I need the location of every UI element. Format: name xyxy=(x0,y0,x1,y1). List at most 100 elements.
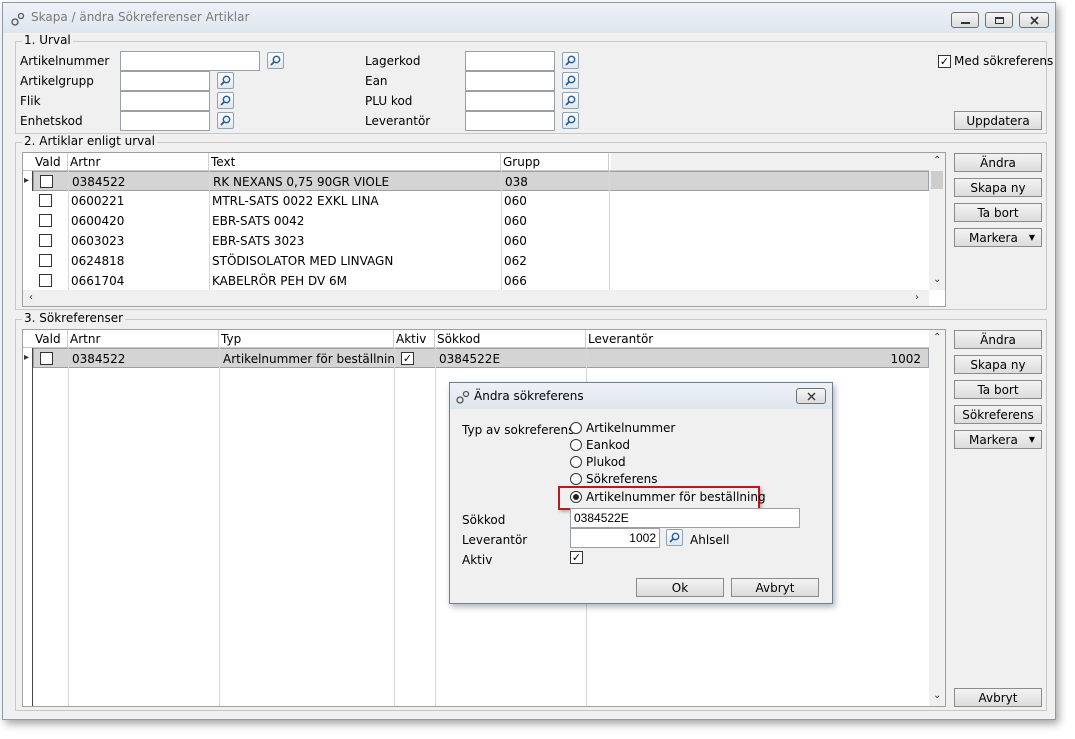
table-row[interactable]: 0600221 MTRL-SATS 0022 EXKL LINA 060 xyxy=(33,191,611,211)
sokref-sokreferens-button[interactable]: Sökreferens xyxy=(954,405,1042,424)
title-bar[interactable]: Skapa / ändra Sökreferenser Artiklar xyxy=(3,3,1055,33)
flik-lookup-button[interactable] xyxy=(217,92,234,109)
lagerkod-input[interactable] xyxy=(465,51,555,71)
scroll-up-icon[interactable]: ⌃ xyxy=(933,332,941,343)
vald-checkbox[interactable] xyxy=(39,274,52,287)
radio-eankod[interactable] xyxy=(570,439,582,451)
scroll-right-icon[interactable]: › xyxy=(915,292,919,303)
scroll-down-icon[interactable]: ⌄ xyxy=(933,274,941,285)
text-cell: KABELRÖR PEH DV 6M xyxy=(212,274,347,288)
enhetskod-lookup-button[interactable] xyxy=(217,112,234,129)
ean-lookup-button[interactable] xyxy=(562,72,579,89)
artiklar-ta-bort-button[interactable]: Ta bort xyxy=(954,203,1042,222)
uppdatera-label: Uppdatera xyxy=(966,113,1030,128)
artnr-cell: 0600420 xyxy=(71,214,125,228)
dialog-leverantor-input[interactable] xyxy=(570,528,660,548)
ok-label: Ok xyxy=(671,580,689,595)
artiklar-horizontal-scrollbar[interactable]: ‹ › xyxy=(23,290,929,306)
artiklar-andra-button[interactable]: Ändra xyxy=(954,153,1042,172)
table-row[interactable]: 0624818 STÖDISOLATOR MED LINVAGN 062 xyxy=(33,251,611,271)
col-separator xyxy=(68,171,69,291)
artnr-cell: 0624818 xyxy=(71,254,125,268)
col-vald[interactable]: Vald xyxy=(33,153,68,171)
scroll-up-icon[interactable]: ⌃ xyxy=(933,155,941,166)
plu-kod-input[interactable] xyxy=(465,91,555,111)
checkmark-icon: ✓ xyxy=(571,551,582,564)
col-text[interactable]: Text xyxy=(209,153,501,171)
sokref-andra-button[interactable]: Ändra xyxy=(954,330,1042,349)
table-row[interactable]: 0603023 EBR-SATS 3023 060 xyxy=(33,231,611,251)
minimize-button[interactable] xyxy=(951,12,979,28)
artikelnummer-lookup-button[interactable] xyxy=(267,52,284,69)
table-row[interactable]: 0600420 EBR-SATS 0042 060 xyxy=(33,211,611,231)
radio-plukod[interactable] xyxy=(570,456,582,468)
artiklar-skapa-ny-button[interactable]: Skapa ny xyxy=(954,178,1042,197)
col-separator xyxy=(209,171,210,291)
main-window: Skapa / ändra Sökreferenser Artiklar 1. … xyxy=(2,2,1056,720)
vald-checkbox[interactable] xyxy=(40,352,53,365)
col-artnr[interactable]: Artnr xyxy=(68,153,209,171)
text-cell: RK NEXANS 0,75 90GR VIOLE xyxy=(213,175,390,189)
artikelgrupp-lookup-button[interactable] xyxy=(217,72,234,89)
sokkod-input[interactable] xyxy=(570,508,800,528)
close-button[interactable] xyxy=(1019,12,1049,28)
col-vald[interactable]: Vald xyxy=(33,330,68,348)
sokref-ta-bort-button[interactable]: Ta bort xyxy=(954,380,1042,399)
dialog-title-bar[interactable]: Ändra sökreferens xyxy=(450,383,832,409)
lagerkod-lookup-button[interactable] xyxy=(562,52,579,69)
dialog-leverantor-lookup-button[interactable] xyxy=(666,529,683,546)
sokkod-label: Sökkod xyxy=(462,513,506,527)
col-leverantor[interactable]: Leverantör xyxy=(586,330,929,348)
sokref-skapa-ny-button[interactable]: Skapa ny xyxy=(954,355,1042,374)
artikelnummer-input[interactable] xyxy=(120,51,260,71)
table-row[interactable]: 0661704 KABELRÖR PEH DV 6M 066 xyxy=(33,271,611,291)
dialog-avbryt-button[interactable]: Avbryt xyxy=(731,578,819,597)
radio-artikelnummer-label: Artikelnummer xyxy=(586,421,676,435)
scroll-left-icon[interactable]: ‹ xyxy=(29,292,33,303)
aktiv-checkbox[interactable]: ✓ xyxy=(401,352,414,365)
uppdatera-button[interactable]: Uppdatera xyxy=(954,111,1042,130)
markera-label: Markera xyxy=(969,432,1018,447)
radio-sokreferens[interactable] xyxy=(570,473,582,485)
col-aktiv[interactable]: Aktiv xyxy=(394,330,435,348)
sokreferenser-vertical-scrollbar[interactable]: ⌃ ⌄ xyxy=(929,330,945,706)
dialog-close-button[interactable] xyxy=(796,388,826,404)
col-artnr[interactable]: Artnr xyxy=(68,330,219,348)
med-sokreferens-checkbox[interactable]: ✓ xyxy=(938,55,951,68)
radio-artikelnummer-for-bestallning[interactable] xyxy=(570,491,582,503)
col-grupp[interactable]: Grupp xyxy=(501,153,609,171)
ean-input[interactable] xyxy=(465,71,555,91)
radio-artikelnummer[interactable] xyxy=(570,422,582,434)
leverantor-input[interactable] xyxy=(465,111,555,131)
artiklar-vertical-scrollbar[interactable]: ⌃ ⌄ xyxy=(929,153,945,290)
grupp-cell: 066 xyxy=(504,274,527,288)
grupp-cell: 062 xyxy=(504,254,527,268)
scroll-thumb[interactable] xyxy=(931,171,943,189)
vald-checkbox[interactable] xyxy=(39,194,52,207)
text-cell: STÖDISOLATOR MED LINVAGN xyxy=(212,254,394,268)
dialog-aktiv-checkbox[interactable]: ✓ xyxy=(570,551,583,564)
leverantor-cell: 1002 xyxy=(890,352,921,366)
table-row[interactable]: 0384522 RK NEXANS 0,75 90GR VIOLE 038 xyxy=(33,171,929,191)
col-sokkod[interactable]: Sökkod xyxy=(435,330,586,348)
vald-checkbox[interactable] xyxy=(40,175,53,188)
flik-input[interactable] xyxy=(120,91,210,111)
scroll-down-icon[interactable]: ⌄ xyxy=(933,690,941,701)
vald-checkbox[interactable] xyxy=(39,254,52,267)
plu-kod-lookup-button[interactable] xyxy=(562,92,579,109)
app-icon xyxy=(456,390,470,404)
vald-checkbox[interactable] xyxy=(39,214,52,227)
enhetskod-input[interactable] xyxy=(120,111,210,131)
grupp-cell: 060 xyxy=(504,214,527,228)
leverantor-lookup-button[interactable] xyxy=(562,112,579,129)
avbryt-button[interactable]: Avbryt xyxy=(954,688,1042,707)
artikelgrupp-input[interactable] xyxy=(120,71,210,91)
sokref-markera-button[interactable]: Markera ▼ xyxy=(954,430,1042,449)
col-typ[interactable]: Typ xyxy=(219,330,394,348)
table-row[interactable]: 0384522 Artikelnummer för beställning ✓ … xyxy=(33,348,929,368)
maximize-button[interactable] xyxy=(985,12,1013,28)
col-separator xyxy=(501,171,502,291)
vald-checkbox[interactable] xyxy=(39,234,52,247)
artiklar-markera-button[interactable]: Markera ▼ xyxy=(954,228,1042,247)
ok-button[interactable]: Ok xyxy=(636,578,724,597)
